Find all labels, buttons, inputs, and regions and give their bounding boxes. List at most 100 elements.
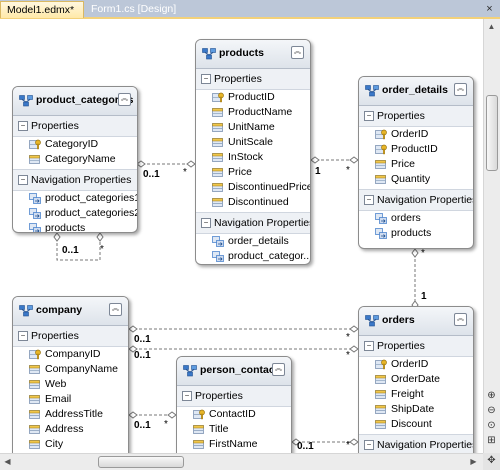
property-name: Price: [391, 158, 415, 170]
property-row[interactable]: Price: [196, 165, 310, 180]
collapse-section-icon[interactable]: −: [18, 175, 28, 185]
property-row[interactable]: CategoryName: [13, 152, 137, 167]
collapse-icon[interactable]: ︽: [454, 83, 467, 96]
entity-header[interactable]: person_contact ︽: [177, 357, 291, 386]
property-row[interactable]: CompanyName: [13, 362, 128, 377]
navigation-property-row[interactable]: product_categories1: [13, 191, 137, 206]
entity-person-contact[interactable]: person_contact ︽ − Properties ContactID Title…: [176, 356, 292, 453]
navigation-property-row[interactable]: products: [359, 226, 473, 241]
entity-type-icon: [19, 95, 33, 107]
key-property-row[interactable]: CategoryID: [13, 137, 137, 152]
scroll-up-icon[interactable]: ▲: [484, 19, 499, 34]
collapse-section-icon[interactable]: −: [201, 74, 211, 84]
navigation-section-header[interactable]: − Navigation Properties: [196, 212, 310, 234]
key-property-row[interactable]: ProductID: [359, 142, 473, 157]
property-row[interactable]: ShipDate: [359, 402, 473, 417]
properties-section-header[interactable]: − Properties: [196, 69, 310, 90]
property-row[interactable]: DiscontinuedPrice: [196, 180, 310, 195]
zoom-100-icon[interactable]: ⊙: [484, 419, 499, 433]
tab-model1-edmx[interactable]: Model1.edmx*: [0, 1, 84, 18]
collapse-icon[interactable]: ︽: [109, 303, 122, 316]
key-property-row[interactable]: ContactID: [177, 407, 291, 422]
move-diagram-icon[interactable]: ✥: [483, 453, 500, 470]
property-row[interactable]: Discontinued: [196, 195, 310, 210]
navigation-section-header[interactable]: − Navigation Properties: [13, 169, 137, 191]
property-row[interactable]: Email: [13, 392, 128, 407]
close-icon[interactable]: ×: [482, 1, 497, 17]
property-row[interactable]: Freight: [359, 387, 473, 402]
collapse-icon[interactable]: ︽: [454, 313, 467, 326]
navigation-property-name: product_categories2: [45, 207, 138, 219]
properties-section-header[interactable]: − Properties: [359, 336, 473, 357]
properties-section-header[interactable]: − Properties: [13, 326, 128, 347]
property-row[interactable]: Discount: [359, 417, 473, 432]
property-name: UnitScale: [228, 136, 273, 148]
entity-company[interactable]: company ︽ − Properties CompanyID CompanyName W…: [12, 296, 129, 453]
key-property-row[interactable]: ProductID: [196, 90, 310, 105]
collapse-section-icon[interactable]: −: [182, 391, 192, 401]
zoom-in-icon[interactable]: ⊕: [484, 389, 499, 403]
collapse-icon[interactable]: ︽: [272, 363, 285, 376]
property-row[interactable]: Quantity: [359, 172, 473, 187]
property-row[interactable]: AddressTitle: [13, 407, 128, 422]
property-row[interactable]: Address: [13, 422, 128, 437]
properties-section-header[interactable]: − Properties: [359, 106, 473, 127]
collapse-icon[interactable]: ︽: [291, 46, 304, 59]
key-property-row[interactable]: CompanyID: [13, 347, 128, 362]
property-row[interactable]: City: [13, 437, 128, 452]
property-name: Price: [228, 166, 252, 178]
collapse-section-icon[interactable]: −: [18, 121, 28, 131]
property-row[interactable]: ProductName: [196, 105, 310, 120]
entity-title: products: [219, 47, 264, 59]
entity-header[interactable]: order_details ︽: [359, 77, 473, 106]
horizontal-scroll-thumb[interactable]: [98, 456, 184, 468]
property-row[interactable]: UnitScale: [196, 135, 310, 150]
collapse-section-icon[interactable]: −: [364, 440, 374, 450]
properties-section-header[interactable]: − Properties: [13, 116, 137, 137]
horizontal-scrollbar[interactable]: ◀ ▶: [0, 453, 483, 470]
navigation-property-row[interactable]: product_categories2: [13, 206, 137, 221]
property-row[interactable]: Price: [359, 157, 473, 172]
properties-section-header[interactable]: − Properties: [177, 386, 291, 407]
entity-products[interactable]: products ︽ − Properties ProductID ProductName…: [195, 39, 311, 265]
navigation-property-name: orders: [391, 212, 421, 224]
scroll-left-icon[interactable]: ◀: [0, 454, 15, 469]
entity-header[interactable]: orders ︽: [359, 307, 473, 336]
property-row[interactable]: FirstName: [177, 437, 291, 452]
tab-form1-design[interactable]: Form1.cs [Design]: [85, 1, 190, 18]
navigation-property-row[interactable]: products: [13, 221, 137, 232]
navigation-section-header[interactable]: − Navigation Properties: [359, 189, 473, 211]
zoom-to-fit-icon[interactable]: ⊞: [484, 434, 499, 448]
key-property-row[interactable]: OrderID: [359, 357, 473, 372]
zoom-out-icon[interactable]: ⊖: [484, 404, 499, 418]
vertical-scrollbar[interactable]: ▲: [483, 19, 500, 453]
property-row[interactable]: InStock: [196, 150, 310, 165]
entity-header[interactable]: company ︽: [13, 297, 128, 326]
navigation-section-header[interactable]: − Navigation Properties: [359, 434, 473, 453]
collapse-icon[interactable]: ︽: [118, 93, 131, 106]
collapse-section-icon[interactable]: −: [364, 195, 374, 205]
property-row[interactable]: Web: [13, 377, 128, 392]
key-property-row[interactable]: OrderID: [359, 127, 473, 142]
property-row[interactable]: OrderDate: [359, 372, 473, 387]
entity-orders[interactable]: orders ︽ − Properties OrderID OrderDate Freigh…: [358, 306, 474, 453]
designer-canvas[interactable]: 0..1 * 0..1 * 1 * * 1 0..1 * 0..1 * 0..1…: [0, 19, 483, 453]
scalar-property-icon: [375, 375, 386, 384]
collapse-section-icon[interactable]: −: [201, 218, 211, 228]
property-row[interactable]: UnitName: [196, 120, 310, 135]
entity-header[interactable]: products ︽: [196, 40, 310, 69]
navigation-property-row[interactable]: order_details: [196, 234, 310, 249]
navigation-property-row[interactable]: product_categor...: [196, 249, 310, 264]
navigation-property-row[interactable]: orders: [359, 211, 473, 226]
property-name: Title: [209, 423, 229, 435]
collapse-section-icon[interactable]: −: [18, 331, 28, 341]
assoc-end-diamond: [310, 156, 320, 164]
entity-order-details[interactable]: order_details ︽ − Properties OrderID ProductI…: [358, 76, 474, 249]
scroll-right-icon[interactable]: ▶: [466, 454, 481, 469]
property-row[interactable]: Title: [177, 422, 291, 437]
collapse-section-icon[interactable]: −: [364, 341, 374, 351]
collapse-section-icon[interactable]: −: [364, 111, 374, 121]
entity-header[interactable]: product_categories ︽: [13, 87, 137, 116]
entity-product-categories[interactable]: product_categories ︽ − Properties CategoryID…: [12, 86, 138, 233]
vertical-scroll-thumb[interactable]: [486, 95, 498, 171]
